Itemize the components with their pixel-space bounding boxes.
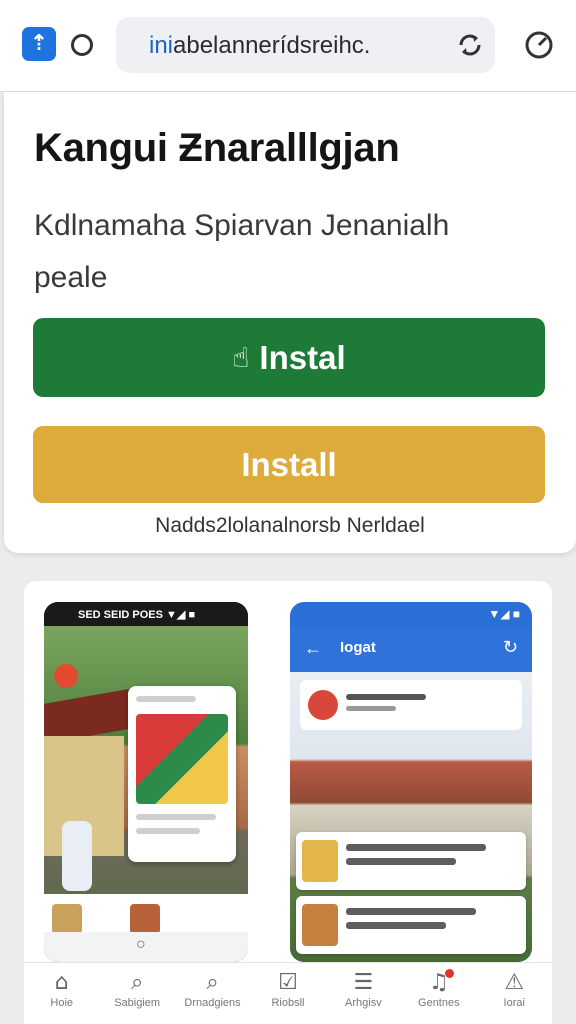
popup-text-line [136,696,196,702]
nav-item-3[interactable]: ☑ Riobsll [253,969,323,1009]
install-button-secondary[interactable]: Install [33,426,545,503]
feed-thumbnail [52,904,82,934]
news-card [296,896,526,954]
screenshot-phone-left[interactable]: SED SEID POES ▼◢ ■ ○ [44,602,248,962]
list-icon: ☰ [353,970,374,995]
menu-icon[interactable] [522,28,556,62]
nav-label: Drnadgiens [184,997,241,1009]
install-button-primary-label: Instal [259,338,346,376]
phone-nav-bar: ○ [44,932,248,962]
popup-text-line [136,828,200,834]
nav-label: Arhgisv [345,997,382,1009]
url-prefix: ini [149,32,174,59]
news-thumbnail [302,904,338,946]
home-icon: ⌂ [54,970,69,995]
nav-label: Iorai [503,997,525,1009]
install-footnote: Nadds2lolanalnorsb Nerldael [155,514,425,537]
screenshots-gallery[interactable]: SED SEID POES ▼◢ ■ ○ ▼◢ ■ ← Iogat ↻ ⌂ Ho… [24,581,552,1024]
nav-label: Sabigiem [114,997,161,1009]
warning-icon: ⚠ [504,970,525,995]
install-card: Kangui Ƶnaralllgjan Kdlnamaha Spiarvan J… [4,92,576,553]
nav-label: Hoie [50,997,74,1009]
popup-image [136,714,228,804]
refresh-icon: ↻ [502,637,518,658]
person-figure [62,821,92,891]
screenshot-phone-right[interactable]: ▼◢ ■ ← Iogat ↻ [290,602,532,962]
browser-toolbar: ⇡ iniabelannerídsreihc. [0,0,576,92]
app-tab-icon[interactable]: ⇡ [22,27,56,61]
nav-label: Gentnes [418,997,460,1009]
app-description: Kdlnamaha Spiarvan Jenanialh peale [34,209,450,294]
notification-dot [444,969,454,978]
nav-item-4[interactable]: ☰ Arhgisv [328,969,398,1009]
phone-content [290,672,532,962]
news-text-line [346,844,486,851]
url-text: iniabelannerídsreihc. [149,32,370,60]
app-title: Kangui Ƶnaralllgjan [34,126,400,170]
post-text-line [346,694,426,700]
url-rest: abelannerídsreihc. [173,32,371,59]
phone-status-text: SED SEID POES [78,609,163,621]
nav-item-5[interactable]: ♫ Gentnes [404,969,474,1009]
url-bar[interactable]: iniabelannerídsreihc. [116,17,495,73]
street-photo [44,626,248,962]
tap-hand-icon: ☝ [232,341,250,374]
popup-text-line [136,814,216,820]
nav-item-2[interactable]: ⌕ Drnadgiens [178,969,248,1009]
home-circle-icon: ○ [136,936,146,953]
post-header [300,680,522,730]
app-badge-icon [54,664,78,688]
feed-thumbnail [130,904,160,934]
nav-label: Riobsll [271,997,305,1009]
news-text-line [346,858,456,865]
checkbox-icon: ☑ [278,970,298,995]
install-button-primary[interactable]: ☝ Instal [33,318,545,397]
notification-icon: ♫ [404,969,474,997]
content-popup [128,686,236,862]
install-button-secondary-label: Install [241,445,337,483]
post-text-line [346,706,396,711]
news-text-line [346,908,476,915]
bottom-navigation: ⌂ Hoie ⌕ Sabigiem ⌕ Drnadgiens ☑ Riobsll… [24,962,552,1024]
phone-app-title: Iogat [340,639,376,656]
phone-status-bar: SED SEID POES ▼◢ ■ [44,602,248,626]
phone-status-bar: ▼◢ ■ [488,607,520,621]
search-icon: ⌕ [206,970,219,995]
nav-item-0[interactable]: ⌂ Hoie [27,969,97,1009]
reload-icon[interactable] [454,29,486,61]
news-thumbnail [302,840,338,882]
nav-item-1[interactable]: ⌕ Sabigiem [102,969,172,1009]
news-text-line [346,922,446,929]
nav-item-6[interactable]: ⚠ Iorai [479,969,549,1009]
search-icon: ⌕ [130,970,144,995]
back-arrow-icon: ← [304,638,322,658]
phone-app-bar: ← Iogat ↻ [290,626,532,672]
phone-status-icons: ▼◢ ■ [166,609,196,621]
news-card [296,832,526,890]
avatar [308,690,338,720]
circle-icon[interactable] [71,34,93,56]
